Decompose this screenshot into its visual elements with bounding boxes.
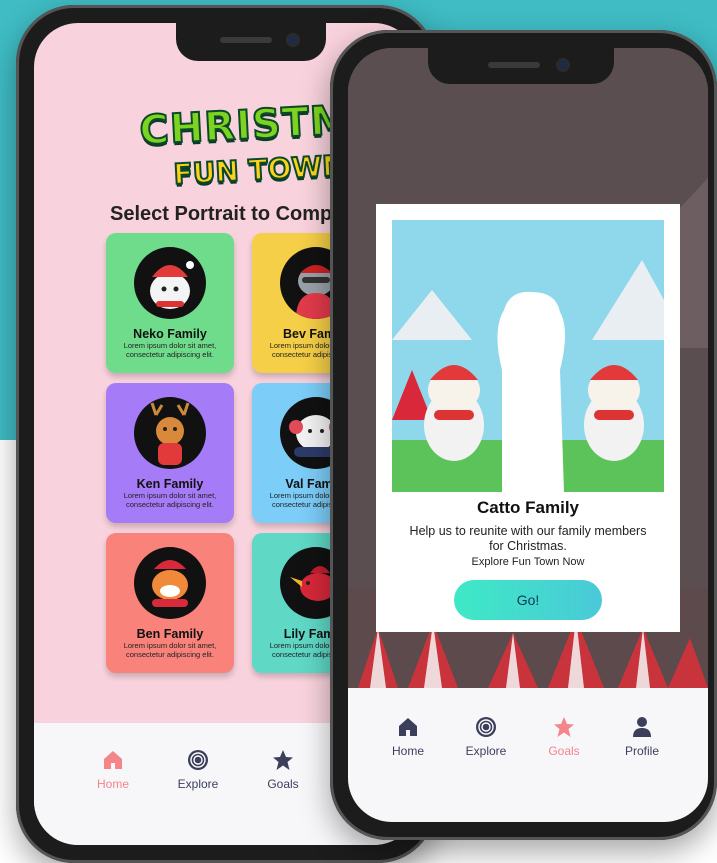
profile-icon (633, 717, 651, 737)
tab-explore[interactable]: Explore (454, 716, 518, 758)
tab-profile[interactable]: Profile (610, 716, 674, 758)
explore-icon (476, 717, 496, 737)
tab-label: Goals (267, 777, 299, 791)
tab-label: Home (391, 744, 424, 758)
phone-front: Catto Family Help us to reunite with our… (330, 30, 717, 840)
go-button[interactable]: Go! (454, 580, 602, 620)
tab-goals[interactable]: Goals (248, 749, 318, 791)
tab-explore[interactable]: Explore (163, 749, 233, 791)
family-picture (392, 220, 664, 492)
tab-goals[interactable]: Goals (532, 716, 596, 758)
star-icon (554, 717, 574, 737)
tab-label: Explore (177, 777, 219, 791)
tab-label: Goals (548, 744, 580, 758)
card-desc: Lorem ipsum dolor sit amet, consectetur … (123, 341, 217, 359)
home-icon (399, 718, 417, 736)
star-icon (273, 750, 293, 770)
tab-home[interactable]: Home (78, 749, 148, 791)
modal-title: Catto Family (476, 498, 580, 517)
tab-label: Profile (624, 744, 659, 758)
card-name: Neko Family (133, 327, 207, 341)
card-desc: Lorem ipsum dolor sit amet, consectetur … (123, 491, 217, 509)
phone-notch (176, 23, 326, 61)
family-card-ken[interactable]: Ken Family Lorem ipsum dolor sit amet, c… (106, 383, 234, 523)
phone-front-screen: Catto Family Help us to reunite with our… (348, 48, 708, 822)
explore-icon (188, 750, 208, 770)
card-name: Ken Family (136, 477, 204, 491)
fox-portrait-icon (134, 547, 206, 619)
family-card-ben[interactable]: Ben Family Lorem ipsum dolor sit amet, c… (106, 533, 234, 673)
home-icon (104, 751, 122, 769)
tab-label: Home (96, 777, 129, 791)
bottom-tab-bar: Home Explore Goals Profile (348, 688, 708, 822)
phone-notch (428, 48, 614, 84)
modal-body: Help us to reunite with our family membe… (409, 524, 647, 553)
cat-portrait-icon (134, 247, 206, 319)
card-name: Ben Family (136, 627, 204, 641)
family-modal: Catto Family Help us to reunite with our… (376, 204, 680, 632)
tab-label: Explore (465, 744, 507, 758)
tab-home[interactable]: Home (376, 716, 440, 758)
card-desc: Lorem ipsum dolor sit amet, consectetur … (123, 641, 217, 659)
modal-subtext: Explore Fun Town Now (471, 556, 585, 568)
family-card-neko[interactable]: Neko Family Lorem ipsum dolor sit amet, … (106, 233, 234, 373)
reindeer-portrait-icon (134, 397, 206, 469)
